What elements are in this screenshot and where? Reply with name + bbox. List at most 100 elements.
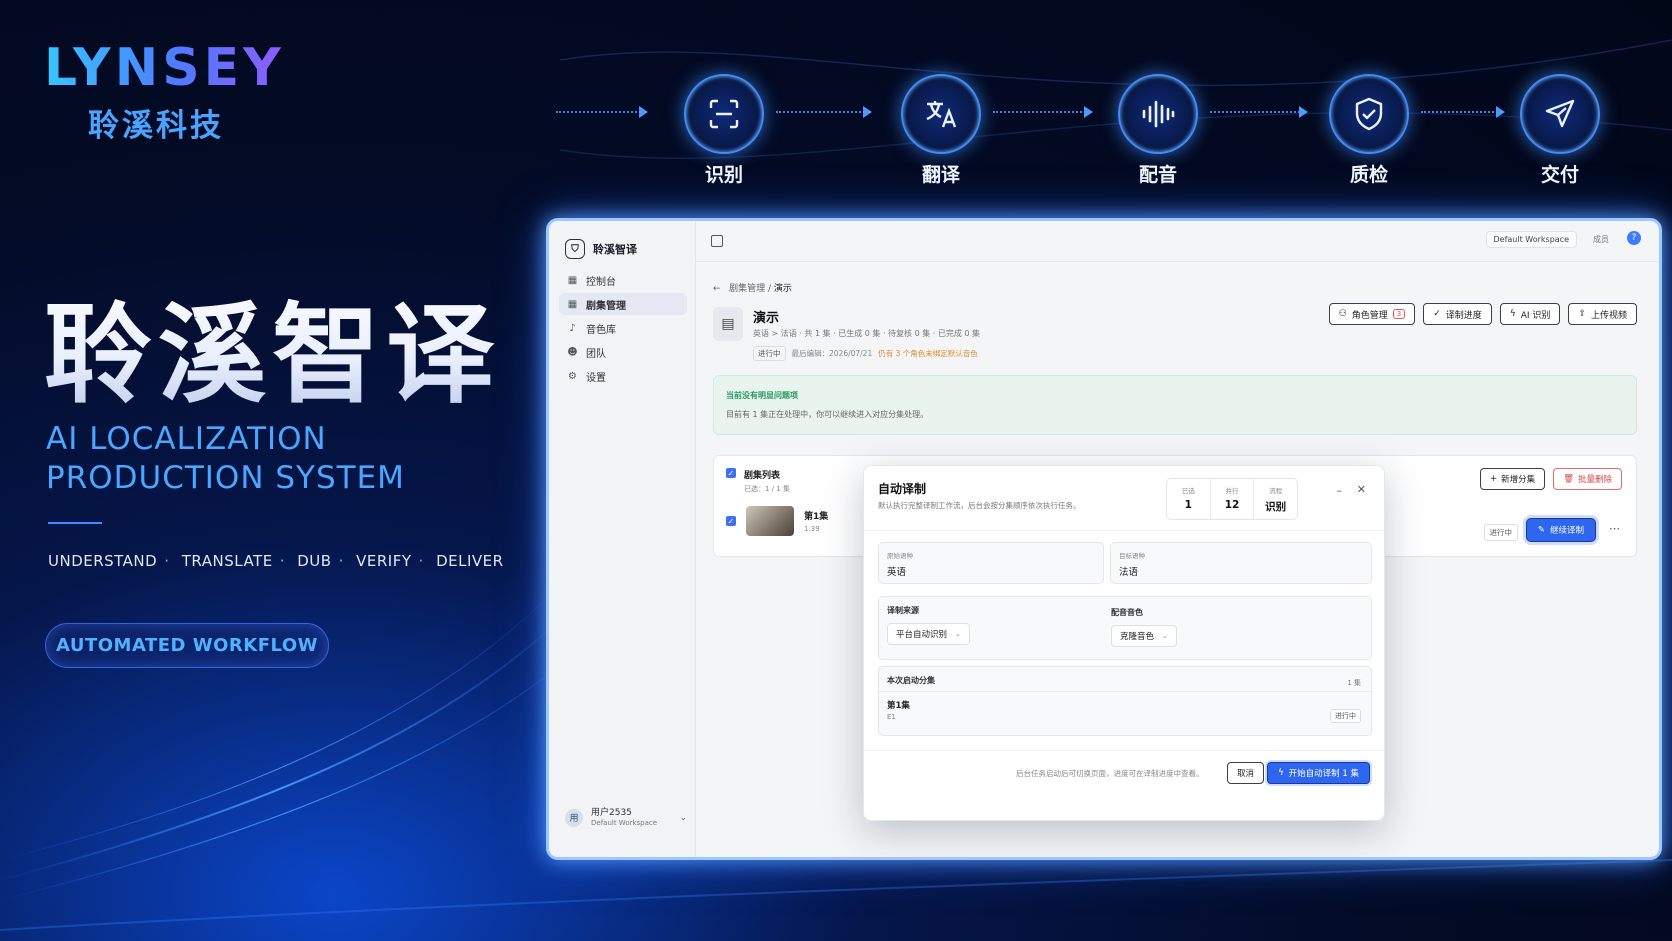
help-icon[interactable]: ? (1627, 231, 1641, 245)
page-title: 演示 (753, 311, 780, 326)
stat-value: 1 (1184, 499, 1192, 511)
voice-warning: 仍有 3 个角色未绑定默认音色 (878, 349, 978, 358)
lightning-icon: ϟ (1509, 309, 1516, 319)
continue-translate-button[interactable]: ✎ 继续译制 (1525, 518, 1596, 542)
stat-label: 已选 (1181, 487, 1195, 495)
user-icon: ⚇ (1338, 309, 1347, 319)
user-menu[interactable]: 用 用户2535 Default Workspace ⌄ (565, 808, 687, 827)
brand-logo-en: LYNSEY (44, 38, 285, 98)
step-deliver: DELIVER (436, 552, 504, 570)
upload-video-button[interactable]: ⇪ 上传视频 (1568, 303, 1637, 325)
sidebar-item-label: 音色库 (586, 324, 616, 336)
stat-flow: 流程 识别 (1254, 479, 1297, 519)
dialog-description: 默认执行完整译制工作流，后台会按分集顺序依次执行任务。 (878, 501, 1081, 510)
automated-workflow-button[interactable]: AUTOMATED WORKFLOW (45, 623, 329, 668)
cancel-button[interactable]: 取消 (1226, 762, 1264, 784)
episode-list-actions: + 新增分集 🗑 批量删除 (1480, 468, 1622, 490)
hero-title: 聆溪智译 (44, 268, 500, 424)
user-name: 用户2535 (591, 808, 632, 818)
member-link[interactable]: 成员 (1593, 234, 1609, 245)
episode-list-title: 剧集列表 (744, 471, 781, 481)
workspace-badge[interactable]: Default Workspace (1485, 231, 1577, 248)
translation-options: 译制来源 平台自动识别 ⌄ 配音音色 克隆音色 ⌄ (878, 596, 1372, 660)
sidebar-item-voices[interactable]: ♪ 音色库 (559, 317, 687, 339)
pipeline-arrow (1421, 106, 1505, 118)
launch-episodes-section: 本次启动分集 1 集 第1集 E1 进行中 (878, 666, 1372, 736)
sidebar-item-dashboard[interactable]: ▦ 控制台 (559, 269, 687, 291)
app-logo[interactable]: ⛉ 聆溪智译 (565, 239, 637, 259)
role-management-button[interactable]: ⚇ 角色管理 3 (1328, 303, 1416, 325)
episode-name: 第1集 (804, 512, 829, 522)
divider (864, 750, 1384, 751)
table-row[interactable]: ✓ 第1集 1:39 (726, 506, 828, 536)
chevron-down-icon: ⌄ (1162, 632, 1168, 640)
pipeline-label-dub: 配音 (1138, 164, 1177, 186)
plus-icon: + (1490, 474, 1498, 484)
divider (879, 691, 1371, 692)
hero-subtitle: AI LOCALIZATION PRODUCTION SYSTEM (46, 420, 405, 498)
more-icon[interactable]: ⋯ (1609, 522, 1620, 535)
pipeline-arrow (993, 106, 1093, 118)
field-value: 英语 (887, 567, 907, 578)
field-label: 目标语种 (1119, 552, 1145, 560)
episode-count: 1 集 (1347, 679, 1361, 687)
footer-hint: 后台任务启动后可切换页面，进度可在译制进度中查看。 (1016, 769, 1204, 778)
audio-wave-icon (1118, 74, 1198, 154)
project-status-line: 进行中 最后编辑：2026/07/21 仍有 3 个角色未绑定默认音色 (753, 346, 978, 361)
step-understand: UNDERSTAND (48, 552, 158, 570)
pipeline-label-translate: 翻译 (921, 164, 960, 186)
pipeline-step-verify: 质检 (1329, 74, 1409, 187)
step-dub: DUB (297, 552, 332, 570)
notice-banner: 当前没有明显问题项 目前有 1 集正在处理中，你可以继续进入对应分集处理。 (713, 375, 1637, 435)
source-language-field[interactable]: 原始语种 英语 (878, 542, 1104, 584)
settings-icon: ⚙ (568, 370, 577, 382)
dialog-stats: 已选 1 并行 12 流程 识别 (1166, 478, 1298, 520)
sidebar-item-episodes[interactable]: ▦ 剧集管理 (559, 293, 687, 315)
translate-icon (901, 74, 981, 154)
pipeline-arrow (556, 106, 648, 118)
lightning-icon: ϟ (1278, 768, 1284, 778)
grid-icon: ▦ (567, 298, 578, 310)
sidebar-item-settings[interactable]: ⚙ 设置 (559, 365, 687, 387)
divider (864, 530, 1384, 531)
batch-delete-button[interactable]: 🗑 批量删除 (1553, 468, 1622, 490)
source-select[interactable]: 平台自动识别 ⌄ (887, 623, 970, 645)
app-window: ⛉ 聆溪智译 ▦ 控制台 ▦ 剧集管理 ♪ 音色库 ☻ 团队 ⚙ 设置 用 用户… (546, 218, 1662, 860)
notice-body: 目前有 1 集正在处理中，你可以继续进入对应分集处理。 (726, 410, 929, 419)
project-meta: 英语 > 法语 · 共 1 集 · 已生成 0 集 · 待复核 0 集 · 已完… (753, 329, 981, 338)
start-auto-translate-button[interactable]: ϟ 开始自动译制 1 集 (1267, 762, 1370, 784)
add-episode-button[interactable]: + 新增分集 (1480, 468, 1546, 490)
button-label: 批量删除 (1577, 475, 1612, 485)
ai-recognize-button[interactable]: ϟ AI 识别 (1499, 303, 1561, 325)
progress-button[interactable]: ✓ 译制进度 (1423, 303, 1492, 325)
brand-logo-cn: 聆溪科技 (88, 108, 224, 144)
sidebar-toggle-icon[interactable] (711, 235, 723, 247)
app-name: 聆溪智译 (593, 243, 637, 256)
button-label: AI 识别 (1520, 310, 1551, 321)
pencil-icon: ✎ (1537, 525, 1545, 535)
sidebar-item-label: 剧集管理 (586, 300, 626, 312)
sidebar-item-team[interactable]: ☻ 团队 (559, 341, 687, 363)
last-edit: 最后编辑：2026/07/21 (791, 349, 873, 358)
back-arrow-icon[interactable]: ← (713, 284, 721, 294)
close-icon[interactable]: ✕ (1357, 483, 1366, 496)
voice-label: 配音音色 (1111, 608, 1143, 617)
field-value: 法语 (1119, 567, 1139, 578)
episode-code: E1 (887, 713, 896, 721)
select-all-checkbox[interactable]: ✓ (726, 468, 736, 478)
check-icon: ✓ (1433, 309, 1441, 319)
chevron-down-icon: ⌄ (679, 812, 687, 823)
pipeline-step-deliver: 交付 (1520, 74, 1600, 187)
row-checkbox[interactable]: ✓ (726, 516, 736, 526)
app-logo-icon: ⛉ (565, 239, 585, 259)
chevron-down-icon: ⌄ (955, 630, 961, 638)
breadcrumb-parent[interactable]: 剧集管理 (729, 284, 765, 294)
episode-list-header: ✓ 剧集列表 已选：1 / 1 集 (726, 468, 790, 494)
minimize-icon[interactable]: – (1337, 484, 1343, 497)
button-label: 角色管理 (1351, 310, 1388, 321)
target-language-field[interactable]: 目标语种 法语 (1110, 542, 1372, 584)
voice-select[interactable]: 克隆音色 ⌄ (1111, 625, 1177, 647)
status-badge: 进行中 (753, 346, 786, 361)
pipeline-step-dub: 配音 (1118, 74, 1198, 187)
episode-name: 第1集 (887, 701, 910, 711)
